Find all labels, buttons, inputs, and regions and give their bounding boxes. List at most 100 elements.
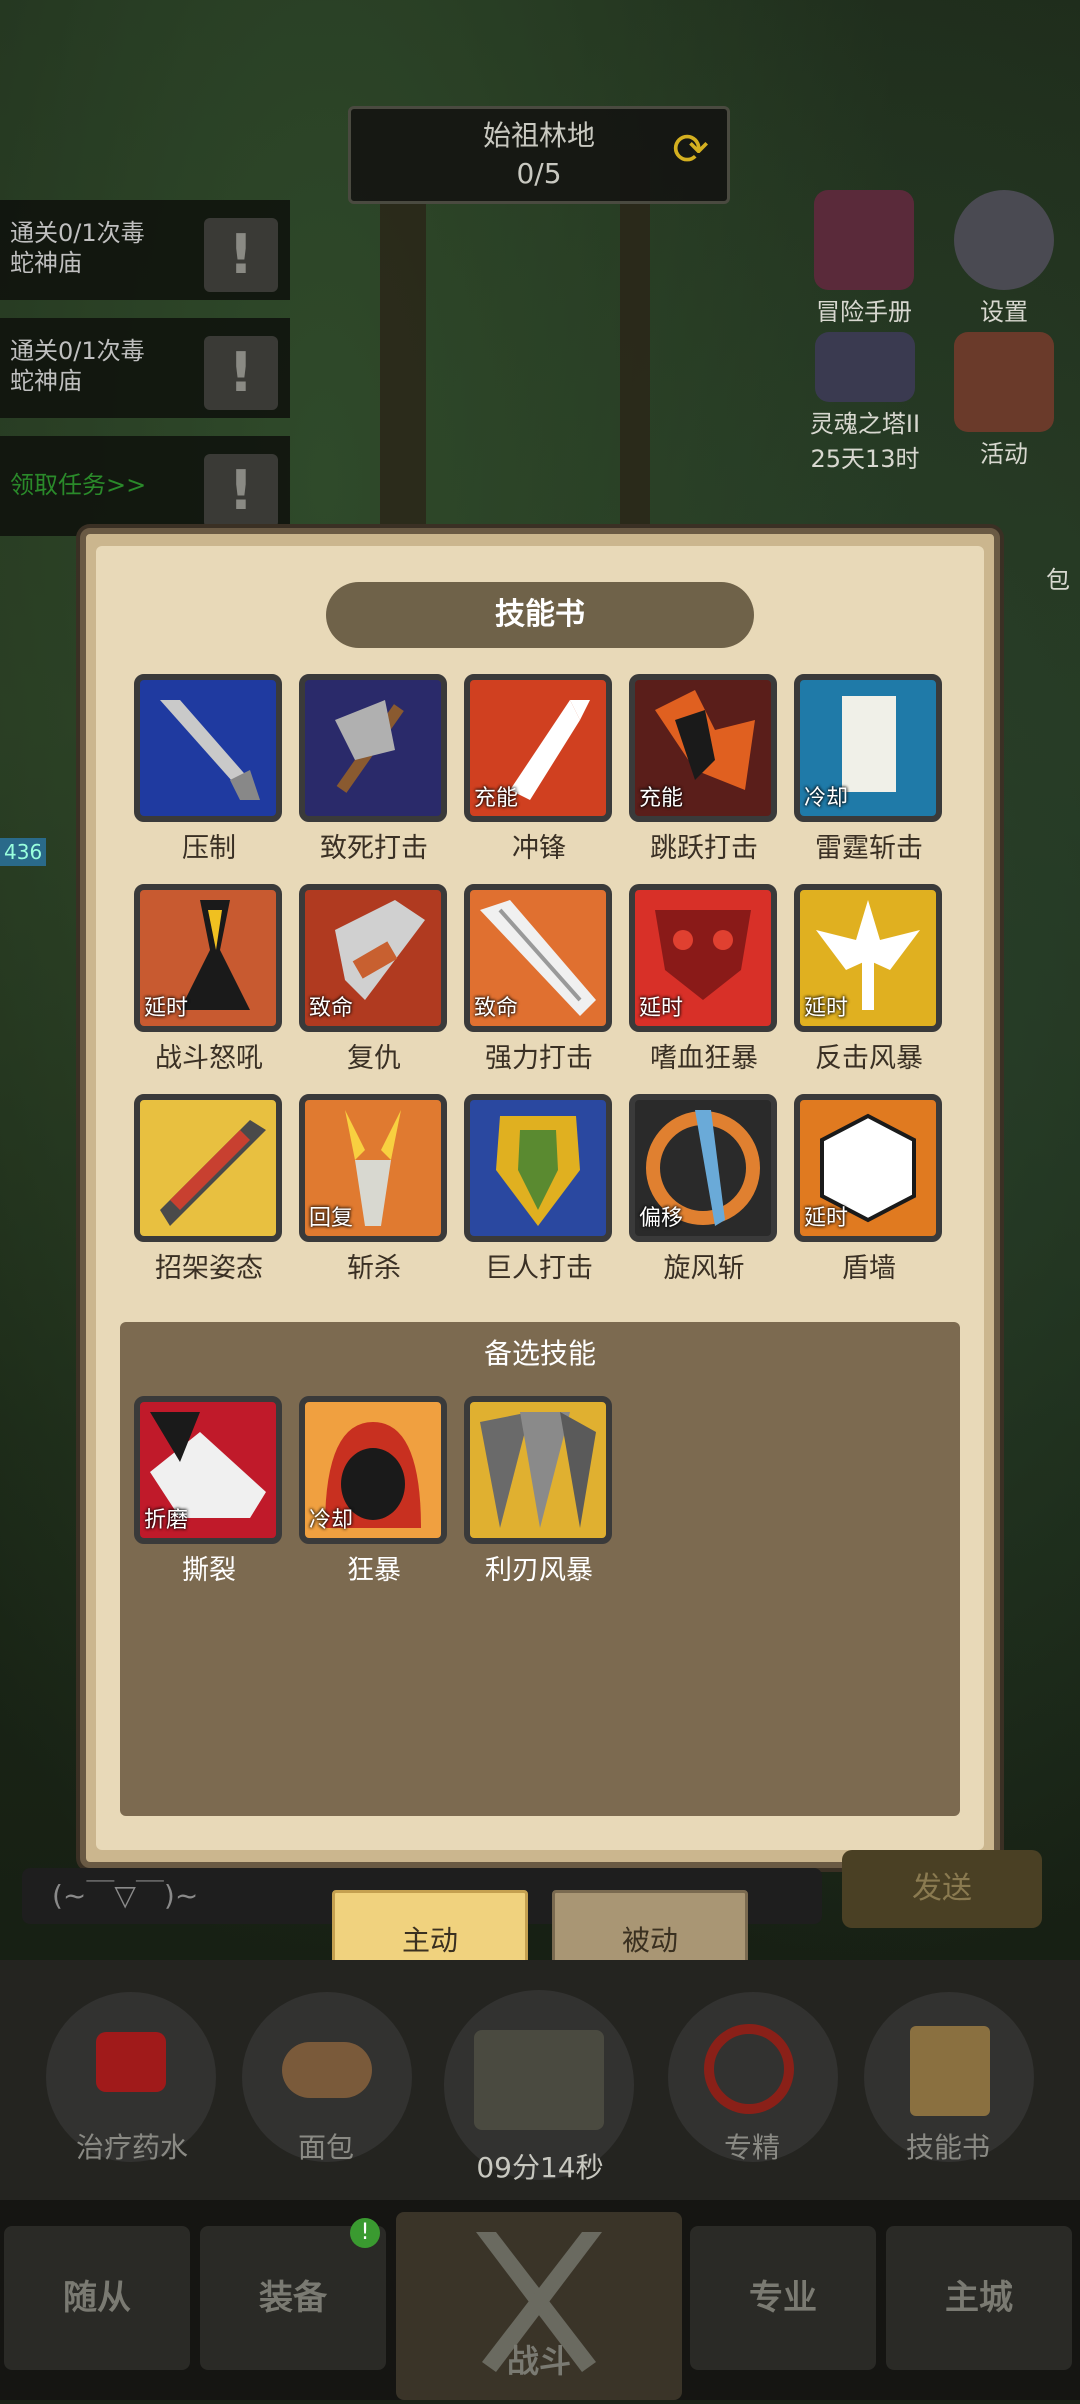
bread-icon <box>282 2042 372 2098</box>
roar-icon: 延时 <box>134 884 282 1032</box>
revenge-blade-icon: 致命 <box>299 884 447 1032</box>
skill-slot[interactable]: 充能 跳跃打击 <box>629 674 779 865</box>
activity-button[interactable]: 活动 <box>944 332 1064 469</box>
skill-name: 战斗怒吼 <box>155 1043 263 1074</box>
skill-slot[interactable]: 致命 复仇 <box>299 884 449 1075</box>
skill-name: 压制 <box>182 833 236 864</box>
blood-mask-icon: 延时 <box>629 884 777 1032</box>
skill-slot[interactable]: 巨人打击 <box>464 1094 614 1285</box>
skill-tag: 致命 <box>474 996 519 1021</box>
skill-slot[interactable]: 充能 冲锋 <box>464 674 614 865</box>
book-icon <box>814 190 914 290</box>
bread-label: 面包 <box>297 2131 354 2164</box>
skill-name: 狂暴 <box>347 1555 401 1586</box>
parry-blade-icon <box>134 1094 282 1242</box>
quest-text: 通关0/1次毒 <box>10 337 145 365</box>
activity-label: 活动 <box>980 440 1028 468</box>
adventure-manual-label: 冒险手册 <box>816 298 912 326</box>
nav-main-city[interactable]: 主城 <box>886 2226 1072 2370</box>
nav-profession[interactable]: 专业 <box>690 2226 876 2370</box>
skill-slot[interactable]: 延时 战斗怒吼 <box>134 884 284 1075</box>
skill-name: 招架姿态 <box>155 1253 263 1284</box>
potion-icon <box>96 2032 166 2092</box>
skill-slot[interactable]: 致命 强力打击 <box>464 884 614 1075</box>
skill-tag: 延时 <box>144 996 189 1021</box>
jump-icon: 充能 <box>629 674 777 822</box>
refresh-icon[interactable]: ⟳ <box>672 128 709 172</box>
alt-skill-slot[interactable]: 折磨 撕裂 <box>134 1396 284 1587</box>
skill-tag: 偏移 <box>639 1206 684 1231</box>
skill-slot[interactable]: 冷却 雷霆斩击 <box>794 674 944 865</box>
hp-tag: 436 <box>0 838 47 866</box>
rend-icon: 折磨 <box>134 1396 282 1544</box>
skill-name: 致死打击 <box>320 833 428 864</box>
arrow-blade-icon: 充能 <box>464 674 612 822</box>
send-button[interactable]: 发送 <box>842 1850 1042 1928</box>
skill-tag: 充能 <box>474 786 519 811</box>
execute-icon: 回复 <box>299 1094 447 1242</box>
skill-slot[interactable]: 压制 <box>134 674 284 865</box>
chest-timer: 09分14秒 <box>476 2151 604 2184</box>
location-box[interactable]: 始祖林地 0/5 ⟳ <box>348 106 730 204</box>
alt-skill-slot[interactable]: 利刃风暴 <box>464 1396 614 1587</box>
soul-tower-label: 灵魂之塔II <box>809 410 921 438</box>
tower-icon <box>815 332 915 402</box>
quest-item[interactable]: 通关0/1次毒 蛇神庙 ! <box>0 318 290 418</box>
berserk-icon: 冷却 <box>299 1396 447 1544</box>
skill-slot[interactable]: 延时 反击风暴 <box>794 884 944 1075</box>
notification-badge: ! <box>350 2218 380 2248</box>
skill-name: 盾墙 <box>842 1253 896 1284</box>
skillbook-label: 技能书 <box>905 2131 990 2164</box>
strong-blade-icon: 致命 <box>464 884 612 1032</box>
soul-tower-button[interactable]: 灵魂之塔II 25天13时 <box>790 332 940 474</box>
skill-slot[interactable]: 偏移 旋风斩 <box>629 1094 779 1285</box>
axe-icon <box>299 674 447 822</box>
skill-name: 旋风斩 <box>663 1253 745 1284</box>
skill-slot[interactable]: 延时 嗜血狂暴 <box>629 884 779 1075</box>
exclamation-icon: ! <box>204 454 278 528</box>
skill-name: 利刃风暴 <box>485 1555 593 1586</box>
adventure-manual-button[interactable]: 冒险手册 <box>804 190 924 327</box>
shield-wall-icon: 延时 <box>794 1094 942 1242</box>
exclamation-icon: ! <box>204 336 278 410</box>
quest-text: 蛇神庙 <box>10 249 82 277</box>
settings-button[interactable]: 设置 <box>944 190 1064 327</box>
nav-battle-label: 战斗 <box>506 2342 571 2380</box>
skill-name: 嗜血狂暴 <box>650 1043 758 1074</box>
skill-slot[interactable]: 回复 斩杀 <box>299 1094 449 1285</box>
quest-text: 蛇神庙 <box>10 367 82 395</box>
whirlwind-icon: 偏移 <box>629 1094 777 1242</box>
skill-slot[interactable]: 致死打击 <box>299 674 449 865</box>
counter-storm-icon: 延时 <box>794 884 942 1032</box>
nav-equipment[interactable]: 装备 <box>200 2226 386 2370</box>
skill-name: 强力打击 <box>485 1043 593 1074</box>
skill-name: 斩杀 <box>347 1253 401 1284</box>
settings-label: 设置 <box>980 298 1028 326</box>
sword-icon <box>134 674 282 822</box>
skill-tag: 回复 <box>309 1206 354 1231</box>
alt-skill-slot[interactable]: 冷却 狂暴 <box>299 1396 449 1587</box>
soul-tower-timer: 25天13时 <box>810 445 920 473</box>
skill-tag: 延时 <box>804 996 849 1021</box>
nav-followers[interactable]: 随从 <box>4 2226 190 2370</box>
specialize-label: 专精 <box>723 2131 780 2164</box>
skill-tag: 充能 <box>639 786 684 811</box>
chest-icon <box>474 2030 604 2130</box>
skill-tag: 折磨 <box>144 1508 189 1533</box>
accept-quest-link[interactable]: 领取任务>> <box>10 470 146 500</box>
skill-slot[interactable]: 延时 盾墙 <box>794 1094 944 1285</box>
quest-item[interactable]: 领取任务>> ! <box>0 436 290 536</box>
gear-icon <box>954 190 1054 290</box>
nav-battle[interactable]: 战斗 <box>396 2212 682 2400</box>
location-progress: 0/5 <box>516 157 562 190</box>
skill-tag: 冷却 <box>804 786 849 811</box>
giant-shield-icon <box>464 1094 612 1242</box>
target-icon <box>704 2024 794 2114</box>
skill-name: 跳跃打击 <box>650 833 758 864</box>
skill-slot[interactable]: 招架姿态 <box>134 1094 284 1285</box>
quest-item[interactable]: 通关0/1次毒 蛇神庙 ! <box>0 200 290 300</box>
skill-tag: 致命 <box>309 996 354 1021</box>
scroll-icon <box>954 332 1054 432</box>
quest-text: 通关0/1次毒 <box>10 219 145 247</box>
blade-storm-icon <box>464 1396 612 1544</box>
